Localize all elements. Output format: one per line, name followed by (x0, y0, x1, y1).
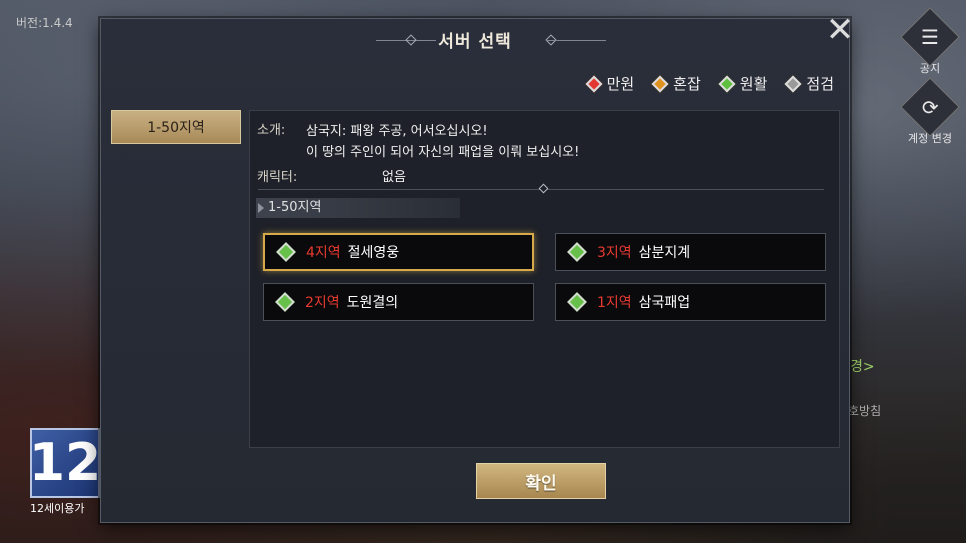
legend-label: 혼잡 (673, 75, 701, 93)
status-diamond-icon (567, 242, 587, 262)
intro-line: 이 땅의 주인이 되어 자신의 패업을 이뤄 보십시오! (306, 145, 580, 160)
background-link-text: 경> (850, 359, 875, 375)
dialog-title: 서버 선택 (438, 32, 512, 52)
intro-label: 소개: (257, 123, 286, 138)
legend-label: 점검 (806, 75, 834, 93)
server-number: 3지역 (597, 245, 632, 261)
legend-label: 만원 (606, 75, 635, 93)
legend-item-smooth: 원활 (718, 73, 768, 94)
server-name: 도원결의 (346, 295, 399, 311)
close-icon[interactable]: ✕ (822, 12, 858, 48)
age-rating-badge: 12 (28, 428, 102, 498)
age-rating-number: 12 (28, 433, 102, 493)
server-number: 1지역 (597, 295, 632, 311)
server-number: 2지역 (305, 295, 340, 311)
server-item-2[interactable]: 2지역 도원결의 (263, 283, 534, 321)
status-diamond-icon (276, 242, 296, 262)
legend-item-full: 만원 (585, 73, 635, 94)
age-rating-label: 12세이용가 (30, 502, 85, 515)
server-group-header[interactable]: 1-50지역 (256, 198, 460, 218)
server-item-1[interactable]: 1지역 삼국패업 (555, 283, 826, 321)
status-diamond-icon (275, 292, 295, 312)
legend-diamond-icon (651, 75, 669, 92)
refresh-icon: ⟳ (900, 77, 960, 137)
legend-item-maintenance: 점검 (784, 73, 834, 94)
server-item-3[interactable]: 3지역 삼분지계 (555, 233, 826, 271)
intro-text: 삼국지: 패왕 주공, 어서오십시오! 이 땅의 주인이 되어 자신의 패업을 … (306, 121, 579, 163)
title-ornament-right (546, 40, 606, 41)
status-legend: 만원 혼잡 원활 점검 (585, 73, 834, 94)
legend-diamond-icon (784, 75, 802, 92)
intro-line: 삼국지: 패왕 주공, 어서오십시오! (306, 124, 488, 139)
server-name: 삼분지계 (638, 245, 691, 261)
character-value: 없음 (382, 170, 406, 185)
status-diamond-icon (567, 292, 587, 312)
account-change-button[interactable]: ⟳ 계정 변경 (900, 77, 960, 146)
version-label: 버전:1.4.4 (16, 16, 73, 30)
legend-diamond-icon (718, 75, 736, 92)
legend-diamond-icon (585, 75, 603, 92)
character-label: 캐릭터: (257, 170, 298, 185)
background-policy-text: 호방침 (848, 404, 882, 418)
region-tab-1-50[interactable]: 1-50지역 (111, 110, 241, 144)
notice-icon: ☰ (900, 7, 960, 67)
server-number: 4지역 (306, 245, 341, 261)
notice-button[interactable]: ☰ 공지 (900, 7, 960, 76)
legend-item-busy: 혼잡 (651, 73, 701, 94)
legend-label: 원활 (739, 75, 768, 93)
confirm-button[interactable]: 확인 (476, 463, 606, 499)
server-item-4[interactable]: 4지역 절세영웅 (263, 233, 534, 271)
server-name: 절세영웅 (347, 245, 400, 261)
server-name: 삼국패업 (638, 295, 691, 311)
